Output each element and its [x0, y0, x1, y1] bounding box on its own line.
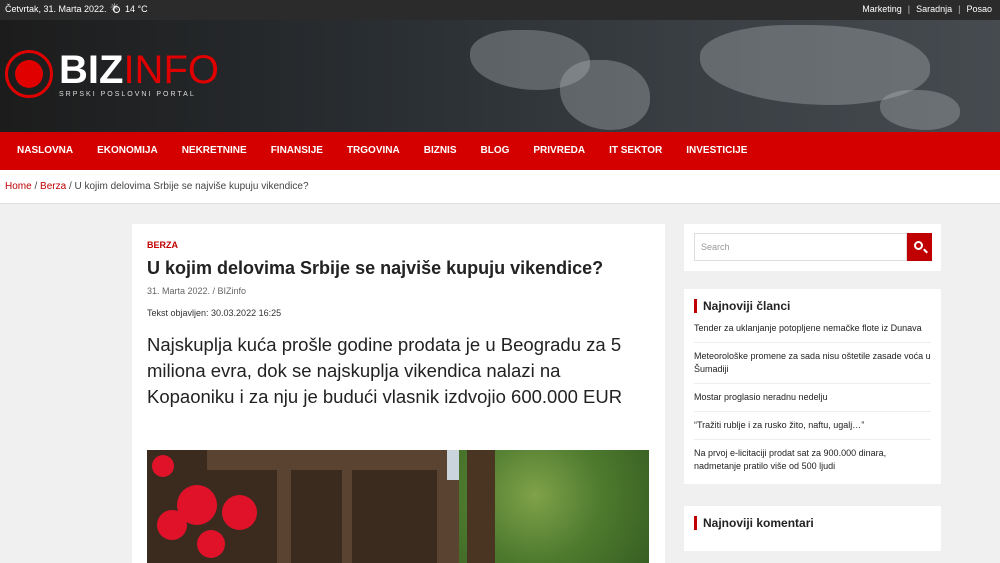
breadcrumb-separator: / — [34, 181, 38, 192]
nav-item-investicije[interactable]: INVESTICIJE — [674, 132, 759, 170]
nav-item-it-sektor[interactable]: IT SEKTOR — [597, 132, 674, 170]
logo-subtitle: SRPSKI POSLOVNI PORTAL — [59, 91, 196, 98]
sun-icon — [110, 1, 121, 14]
latest-articles-list: Tender za uklanjanje potopljene nemačke … — [694, 322, 931, 487]
top-link-separator: | — [958, 4, 961, 14]
latest-comments-title: Najnoviji komentari — [694, 516, 814, 530]
breadcrumb-category[interactable]: Berza — [40, 181, 66, 192]
sidebar-search — [684, 224, 941, 271]
latest-article-item[interactable]: Tender za uklanjanje potopljene nemačke … — [694, 322, 931, 343]
breadcrumb-current: U kojim delovima Srbije se najviše kupuj… — [74, 181, 309, 192]
weather: 14 °C — [110, 1, 148, 14]
breadcrumb: Home / Berza / U kojim delovima Srbije s… — [0, 170, 1000, 204]
nav-item-trgovina[interactable]: TRGOVINA — [335, 132, 412, 170]
nav-item-naslovna[interactable]: NASLOVNA — [5, 132, 85, 170]
top-link-separator: | — [907, 4, 911, 14]
breadcrumb-home[interactable]: Home — [5, 181, 32, 192]
latest-comments-widget: Najnoviji komentari — [684, 506, 941, 551]
article-meta: 31. Marta 2022. / BIZinfo — [147, 286, 247, 296]
article-card: BERZA U kojim delovima Srbije se najviše… — [132, 224, 665, 563]
search-icon — [914, 241, 923, 250]
world-map-shape — [880, 90, 960, 130]
current-date: Četvrtak, 31. Marta 2022. — [5, 4, 107, 14]
article-published: Tekst objavljen: 30.03.2022 16:25 — [147, 308, 282, 318]
main-nav: NASLOVNA EKONOMIJA NEKRETNINE FINANSIJE … — [0, 132, 1000, 170]
top-link-marketing[interactable]: Marketing — [862, 4, 902, 14]
nav-item-privreda[interactable]: PRIVREDA — [521, 132, 597, 170]
nav-item-biznis[interactable]: BIZNIS — [412, 132, 469, 170]
top-link-saradnja[interactable]: Saradnja — [916, 4, 952, 14]
temperature: 14 °C — [125, 3, 148, 14]
article-lead: Najskuplja kuća prošle godine prodata je… — [147, 334, 623, 407]
site-logo[interactable]: BIZINFO SRPSKI POSLOVNI PORTAL — [5, 50, 219, 98]
nav-item-nekretnine[interactable]: NEKRETNINE — [170, 132, 259, 170]
latest-article-item[interactable]: Meteorološke promene za sada nisu ošteti… — [694, 350, 931, 384]
nav-item-ekonomija[interactable]: EKONOMIJA — [85, 132, 170, 170]
world-map-shape — [560, 60, 650, 130]
top-link-posao[interactable]: Posao — [966, 4, 992, 14]
search-input[interactable] — [694, 233, 907, 261]
logo-wordmark: BIZINFO — [59, 48, 219, 92]
nav-item-blog[interactable]: BLOG — [469, 132, 522, 170]
logo-circle-icon — [5, 50, 53, 98]
latest-article-item[interactable]: Mostar proglasio neradnu nedelju — [694, 391, 931, 412]
article-category[interactable]: BERZA — [147, 240, 178, 250]
nav-item-finansije[interactable]: FINANSIJE — [259, 132, 335, 170]
search-button[interactable] — [907, 233, 932, 261]
latest-articles-widget: Najnoviji članci Tender za uklanjanje po… — [684, 289, 941, 484]
top-bar: Četvrtak, 31. Marta 2022. 14 °C Marketin… — [0, 0, 1000, 20]
top-links: Marketing | Saradnja | Posao — [862, 4, 992, 14]
latest-articles-title: Najnoviji članci — [694, 299, 790, 313]
article-title: U kojim delovima Srbije se najviše kupuj… — [147, 258, 604, 278]
article-photo — [147, 450, 649, 563]
header-banner: BIZINFO SRPSKI POSLOVNI PORTAL — [0, 20, 1000, 132]
latest-article-item[interactable]: “Tražiti rublje i za rusko žito, naftu, … — [694, 419, 931, 440]
latest-article-item[interactable]: Na prvoj e-licitaciji prodat sat za 900.… — [694, 447, 931, 480]
breadcrumb-separator: / — [68, 181, 72, 192]
